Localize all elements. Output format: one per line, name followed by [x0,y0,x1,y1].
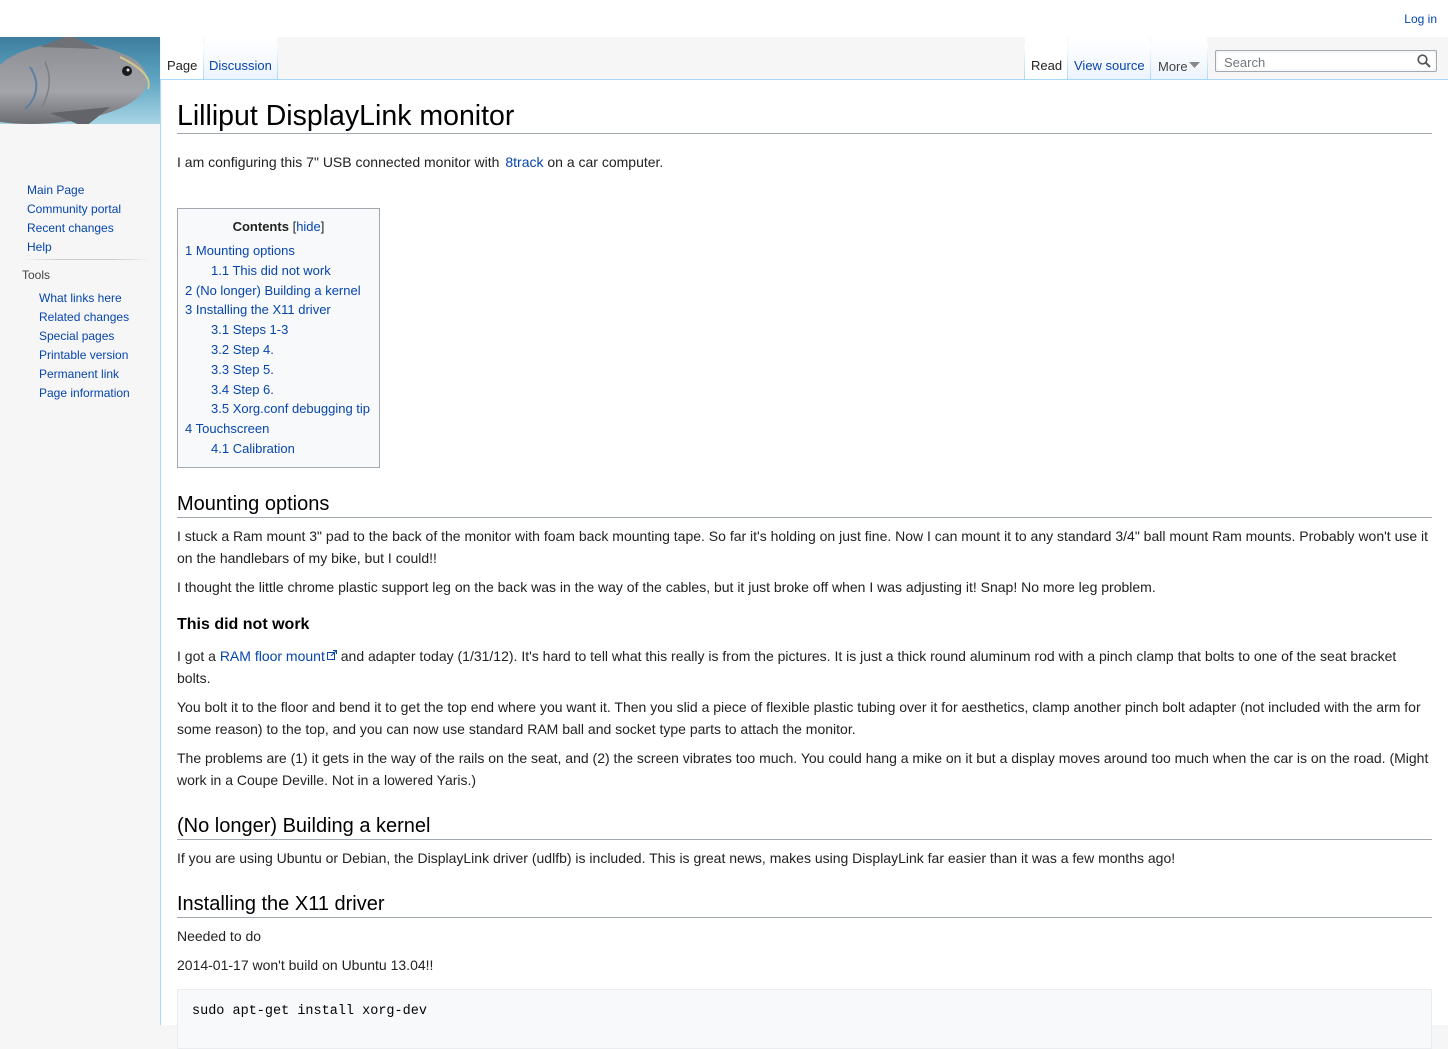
paragraph: You bolt it to the floor and bend it to … [177,699,1421,737]
toc-list: 1 Mounting options 1.1 This did not work… [185,241,370,459]
heading-building-kernel: (No longer) Building a kernel [177,813,1432,840]
tools-heading: Tools [22,268,51,282]
sidebar-item-recent-changes[interactable]: Recent changes [27,221,114,235]
sidebar-item-page-information[interactable]: Page information [39,386,130,400]
paragraph: I got a RAM floor mount and adapter toda… [177,648,1397,686]
paragraph: The problems are (1) it gets in the way … [177,750,1429,788]
toc-item[interactable]: 3.3 Step 5. [211,362,274,377]
article-body: Lilliput DisplayLink monitor I am config… [177,96,1432,1049]
toc-item[interactable]: 3.2 Step 4. [211,342,274,357]
paragraph: I thought the little chrome plastic supp… [177,579,1156,595]
chevron-down-icon [1189,62,1200,68]
search-input[interactable] [1222,53,1416,72]
paragraph: I stuck a Ram mount 3" pad to the back o… [177,528,1429,566]
more-menu-label: More [1158,59,1188,74]
external-link-icon [326,650,337,660]
tab-discussion-label: Discussion [209,58,272,73]
login-link[interactable]: Log in [1404,12,1437,26]
toc-item[interactable]: 4.1 Calibration [211,441,295,456]
toc-item[interactable]: 2 (No longer) Building a kernel [185,283,361,298]
sidebar-navigation: Main Page Community portal Recent change… [27,180,121,256]
table-of-contents: Contents [hide] 1 Mounting options 1.1 T… [177,208,380,468]
link-8track[interactable]: 8track [505,154,543,170]
search-icon[interactable] [1417,54,1431,68]
paragraph: 2014-01-17 won't build on Ubuntu 13.04!! [177,957,434,973]
tab-page[interactable]: Page [161,37,203,79]
sidebar-tools: What links here Related changes Special … [39,288,130,402]
sidebar-item-related-changes[interactable]: Related changes [39,310,129,324]
sidebar-item-main-page[interactable]: Main Page [27,183,84,197]
logo-fish-image [0,37,160,124]
sidebar-item-permanent-link[interactable]: Permanent link [39,367,119,381]
tab-separator [1207,45,1208,79]
site-logo[interactable] [0,37,160,124]
toc-hide-link[interactable]: hide [296,219,321,234]
tab-view-source[interactable]: View source [1068,37,1150,79]
toc-item[interactable]: 3 Installing the X11 driver [185,302,331,317]
heading-installing-x11: Installing the X11 driver [177,891,1432,918]
personal-bar: Log in [0,0,1448,37]
code-block: sudo apt-get install xorg-dev [177,989,1432,1049]
toc-item[interactable]: 3.1 Steps 1-3 [211,322,288,337]
toc-item[interactable]: 4 Touchscreen [185,421,269,436]
tab-separator [277,45,278,79]
paragraph: If you are using Ubuntu or Debian, the D… [177,850,1176,866]
toc-item[interactable]: 3.4 Step 6. [211,382,274,397]
paragraph: Needed to do [177,928,262,944]
tab-discussion[interactable]: Discussion [204,37,277,79]
tab-read[interactable]: Read [1025,37,1067,79]
sidebar-divider [22,259,152,260]
sidebar-item-what-links-here[interactable]: What links here [39,291,122,305]
sidebar-item-special-pages[interactable]: Special pages [39,329,114,343]
tab-read-label: Read [1031,58,1063,73]
sidebar-item-help[interactable]: Help [27,240,52,254]
sidebar-item-printable-version[interactable]: Printable version [39,348,128,362]
toc-item[interactable]: 1 Mounting options [185,243,295,258]
link-ram-floor-mount[interactable]: RAM floor mount [220,648,337,664]
toc-item[interactable]: 3.5 Xorg.conf debugging tip [211,401,370,416]
heading-did-not-work: This did not work [177,616,310,633]
toc-header: Contents [hide] [232,219,325,234]
toc-item[interactable]: 1.1 This did not work [211,263,331,278]
tab-view-source-label: View source [1074,58,1145,73]
more-menu[interactable]: More [1151,37,1207,79]
intro-paragraph: I am configuring this 7" USB connected m… [177,154,664,170]
search-box [1215,50,1437,72]
page-title: Lilliput DisplayLink monitor [177,96,1432,134]
tab-page-label: Page [167,58,198,73]
sidebar-item-community-portal[interactable]: Community portal [27,202,121,216]
heading-mounting-options: Mounting options [177,491,1432,518]
